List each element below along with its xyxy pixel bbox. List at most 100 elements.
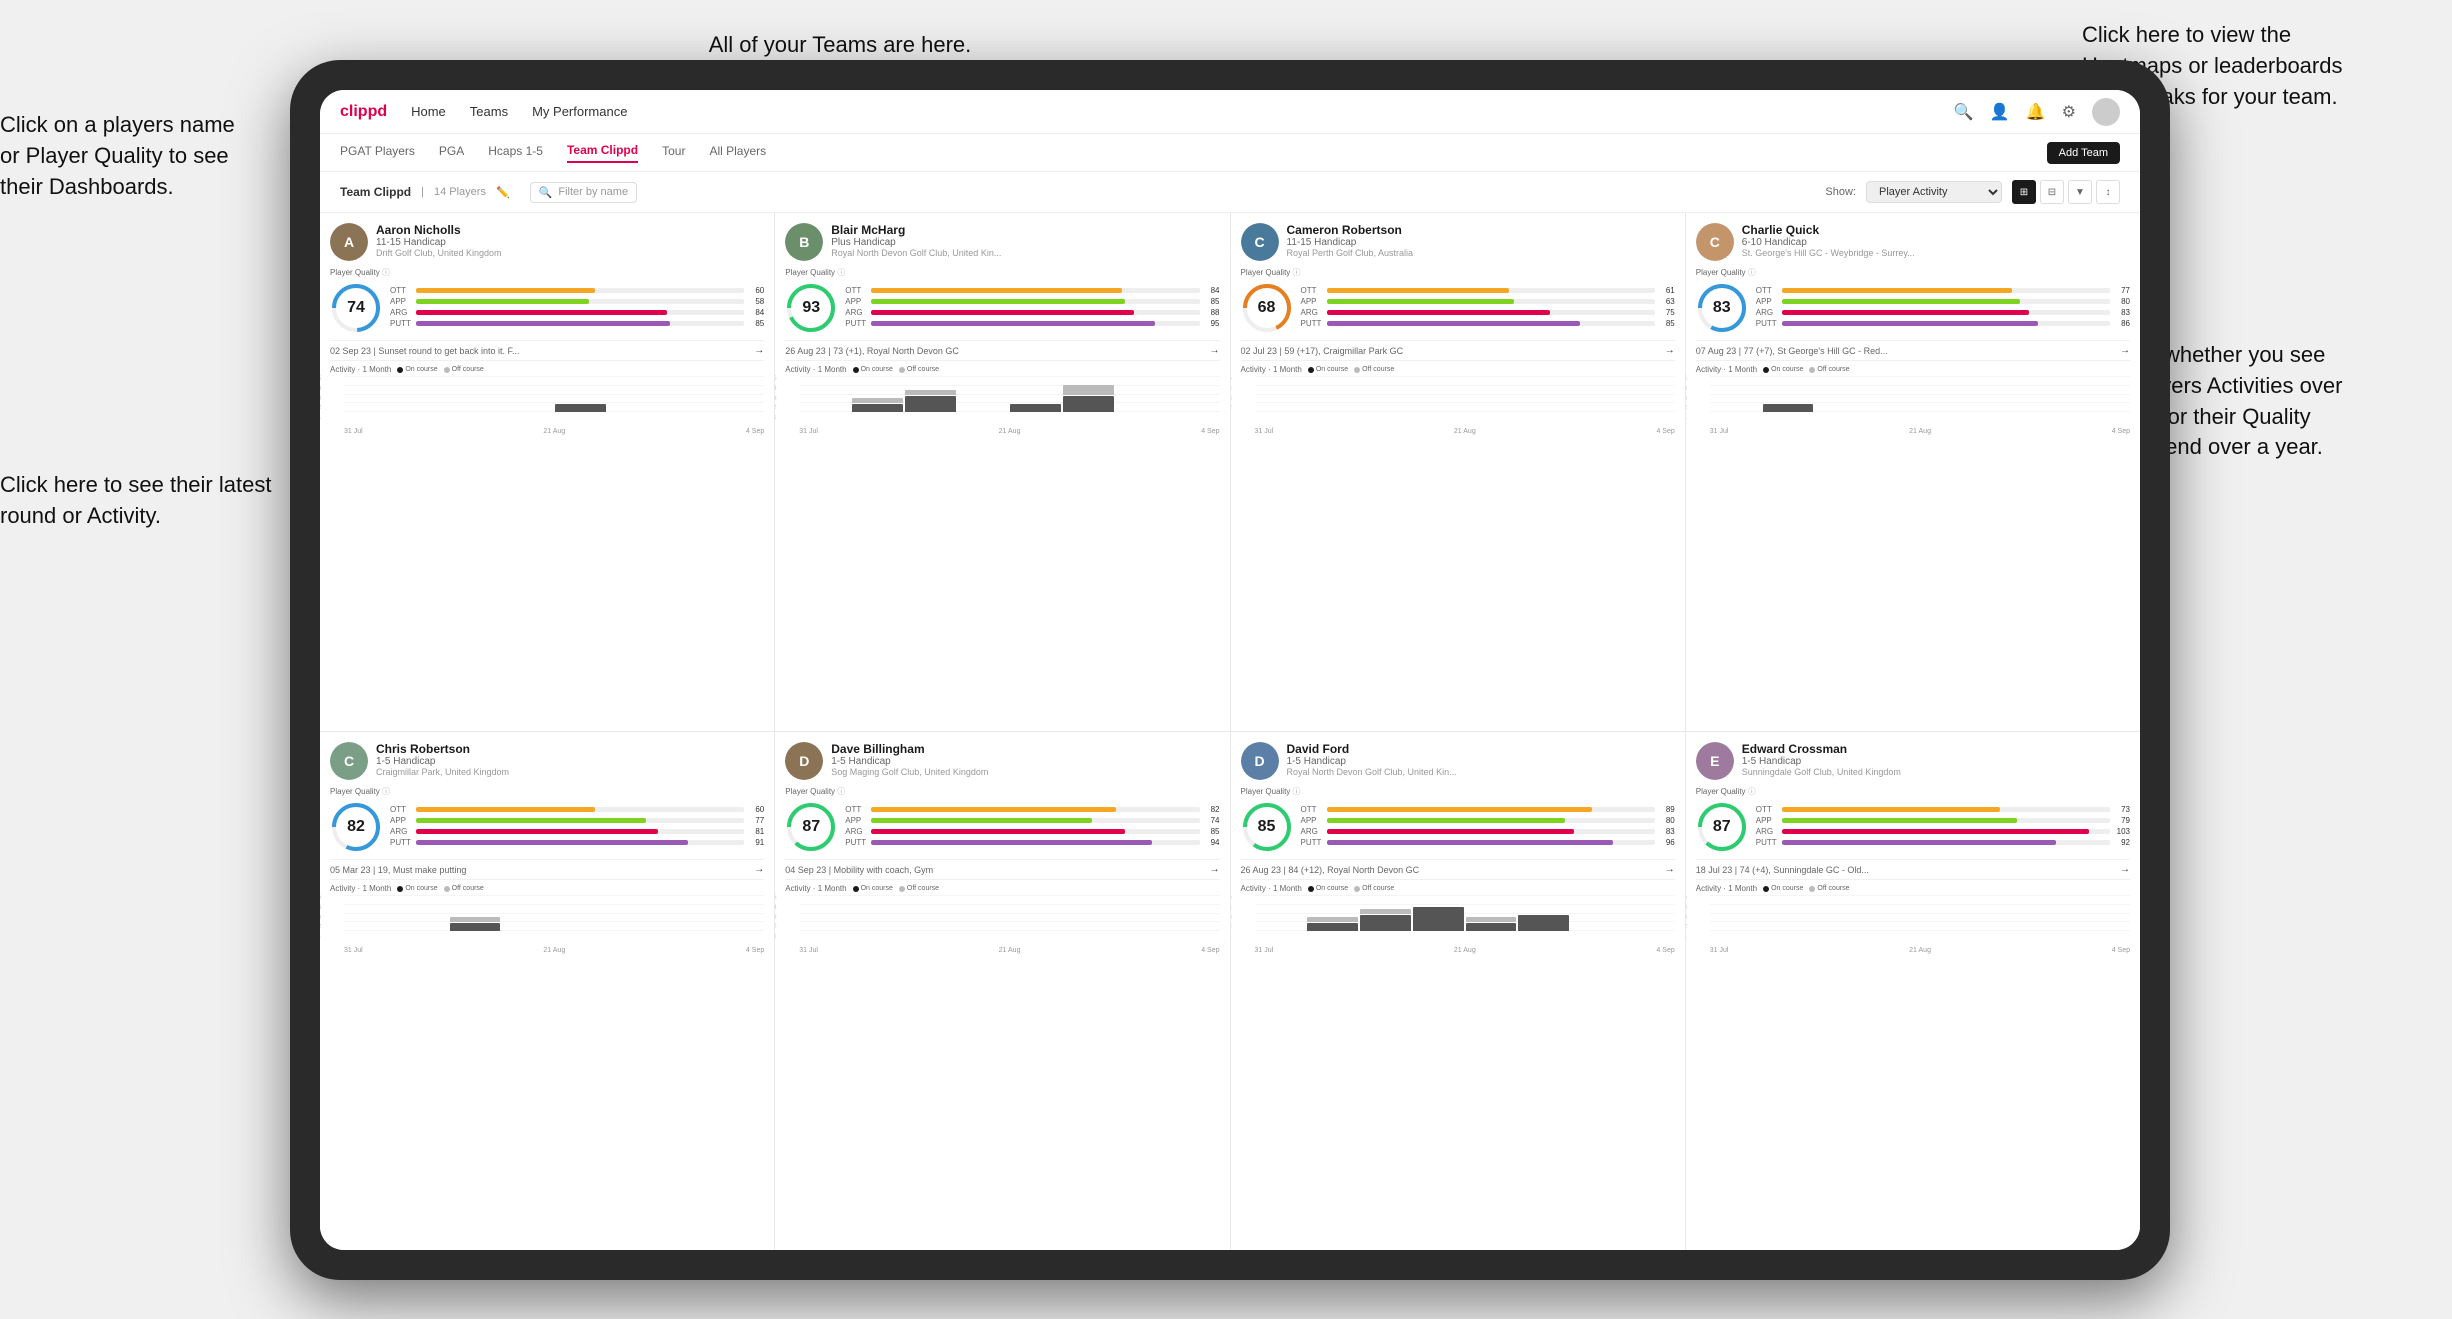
quality-section: 74 OTT 60 APP (330, 282, 764, 334)
activity-title: Activity · 1 Month (1696, 365, 1757, 374)
sort-icon[interactable]: ↕ (2096, 180, 2120, 204)
activity-header: Activity · 1 Month On course Off course (330, 365, 764, 374)
quality-number: 68 (1258, 299, 1276, 317)
player-card[interactable]: D David Ford 1-5 Handicap Royal North De… (1231, 732, 1685, 1250)
quality-number: 87 (802, 818, 820, 836)
quality-number: 85 (1258, 818, 1276, 836)
nav-performance[interactable]: My Performance (532, 104, 627, 119)
player-card[interactable]: B Blair McHarg Plus Handicap Royal North… (775, 213, 1229, 731)
activity-header: Activity · 1 Month On course Off course (1696, 365, 2130, 374)
player-handicap: 6-10 Handicap (1742, 237, 2130, 248)
activity-title: Activity · 1 Month (785, 365, 846, 374)
activity-legend: On course Off course (1308, 885, 1394, 892)
player-quality-label: Player Quality ⓘ (330, 267, 764, 278)
activity-section: Activity · 1 Month On course Off course … (330, 884, 764, 954)
player-avatar: C (1241, 223, 1279, 261)
player-quality-label: Player Quality ⓘ (1241, 267, 1675, 278)
activity-title: Activity · 1 Month (1241, 884, 1302, 893)
divider: | (421, 186, 424, 198)
user-icon[interactable]: 👤 (1990, 102, 2010, 122)
player-club: Craigmillar Park, United Kingdom (376, 767, 764, 777)
quality-circle[interactable]: 85 (1241, 801, 1293, 853)
player-name[interactable]: Charlie Quick (1742, 223, 2130, 237)
chart-labels: 31 Jul21 Aug4 Sep (344, 947, 764, 954)
quality-bars: OTT 60 APP 58 (390, 286, 764, 330)
player-card[interactable]: C Cameron Robertson 11-15 Handicap Royal… (1231, 213, 1685, 731)
avatar[interactable] (2092, 98, 2120, 126)
player-name[interactable]: Cameron Robertson (1287, 223, 1675, 237)
player-card[interactable]: E Edward Crossman 1-5 Handicap Sunningda… (1686, 732, 2140, 1250)
edit-icon[interactable]: ✏️ (496, 186, 510, 199)
tab-hcaps[interactable]: Hcaps 1-5 (488, 144, 543, 162)
grid-view-icon[interactable]: ⊞ (2012, 180, 2036, 204)
players-grid: A Aaron Nicholls 11-15 Handicap Drift Go… (320, 213, 2140, 1250)
settings-icon[interactable]: ⚙ (2062, 102, 2076, 122)
player-quality-label: Player Quality ⓘ (785, 786, 1219, 797)
activity-header: Activity · 1 Month On course Off course (1696, 884, 2130, 893)
tab-tour[interactable]: Tour (662, 144, 685, 162)
quality-circle[interactable]: 83 (1696, 282, 1748, 334)
quality-number: 82 (347, 818, 365, 836)
activity-title: Activity · 1 Month (1696, 884, 1757, 893)
team-filter[interactable]: 🔍 Filter by name (530, 182, 637, 203)
player-card[interactable]: D Dave Billingham 1-5 Handicap Sog Magin… (775, 732, 1229, 1250)
player-club: Royal North Devon Golf Club, United Kin.… (1287, 767, 1675, 777)
activity-legend: On course Off course (853, 885, 939, 892)
player-club: Royal Perth Golf Club, Australia (1287, 248, 1675, 258)
player-handicap: 1-5 Handicap (1742, 756, 2130, 767)
latest-round[interactable]: 04 Sep 23 | Mobility with coach, Gym → (785, 859, 1219, 880)
add-team-button[interactable]: Add Team (2047, 142, 2120, 164)
player-name[interactable]: David Ford (1287, 742, 1675, 756)
tab-all-players[interactable]: All Players (709, 144, 766, 162)
chart-labels: 31 Jul21 Aug4 Sep (344, 428, 764, 435)
mini-chart-wrapper: 54321 (785, 376, 1219, 435)
quality-bars: OTT 77 APP 80 (1756, 286, 2130, 330)
player-card[interactable]: C Charlie Quick 6-10 Handicap St. George… (1686, 213, 2140, 731)
latest-round[interactable]: 26 Aug 23 | 73 (+1), Royal North Devon G… (785, 340, 1219, 361)
quality-circle[interactable]: 68 (1241, 282, 1293, 334)
activity-header: Activity · 1 Month On course Off course (785, 884, 1219, 893)
tab-team-clippd[interactable]: Team Clippd (567, 143, 638, 163)
list-view-icon[interactable]: ⊟ (2040, 180, 2064, 204)
search-icon[interactable]: 🔍 (1954, 102, 1974, 122)
latest-round[interactable]: 18 Jul 23 | 74 (+4), Sunningdale GC - Ol… (1696, 859, 2130, 880)
activity-legend: On course Off course (1308, 366, 1394, 373)
player-club: Royal North Devon Golf Club, United Kin.… (831, 248, 1219, 258)
nav-teams[interactable]: Teams (470, 104, 508, 119)
player-name[interactable]: Chris Robertson (376, 742, 764, 756)
chart-labels: 31 Jul21 Aug4 Sep (1710, 947, 2130, 954)
latest-round[interactable]: 26 Aug 23 | 84 (+12), Royal North Devon … (1241, 859, 1675, 880)
tab-pgat[interactable]: PGAT Players (340, 144, 415, 162)
filter-placeholder: Filter by name (558, 186, 628, 198)
mini-chart (1255, 376, 1675, 426)
activity-section: Activity · 1 Month On course Off course … (1696, 884, 2130, 954)
show-select[interactable]: Player Activity Quality Score Trend (1866, 181, 2002, 203)
latest-round[interactable]: 07 Aug 23 | 77 (+7), St George's Hill GC… (1696, 340, 2130, 361)
latest-round[interactable]: 05 Mar 23 | 19, Must make putting → (330, 859, 764, 880)
view-icons: ⊞ ⊟ ▼ ↕ (2012, 180, 2120, 204)
team-header: Team Clippd | 14 Players ✏️ 🔍 Filter by … (320, 172, 2140, 213)
chart-labels: 31 Jul21 Aug4 Sep (799, 947, 1219, 954)
navbar: clippd Home Teams My Performance 🔍 👤 🔔 ⚙ (320, 90, 2140, 134)
quality-circle[interactable]: 87 (785, 801, 837, 853)
show-label: Show: (1825, 186, 1856, 198)
tab-pga[interactable]: PGA (439, 144, 464, 162)
player-card[interactable]: A Aaron Nicholls 11-15 Handicap Drift Go… (320, 213, 774, 731)
bell-icon[interactable]: 🔔 (2026, 102, 2046, 122)
player-name[interactable]: Blair McHarg (831, 223, 1219, 237)
latest-round[interactable]: 02 Sep 23 | Sunset round to get back int… (330, 340, 764, 361)
quality-circle[interactable]: 82 (330, 801, 382, 853)
player-name[interactable]: Edward Crossman (1742, 742, 2130, 756)
activity-section: Activity · 1 Month On course Off course … (1241, 884, 1675, 954)
quality-circle[interactable]: 87 (1696, 801, 1748, 853)
filter-view-icon[interactable]: ▼ (2068, 180, 2092, 204)
latest-round[interactable]: 02 Jul 23 | 59 (+17), Craigmillar Park G… (1241, 340, 1675, 361)
ipad-screen: clippd Home Teams My Performance 🔍 👤 🔔 ⚙… (320, 90, 2140, 1250)
team-right: Show: Player Activity Quality Score Tren… (1825, 180, 2120, 204)
player-name[interactable]: Aaron Nicholls (376, 223, 764, 237)
player-card[interactable]: C Chris Robertson 1-5 Handicap Craigmill… (320, 732, 774, 1250)
quality-circle[interactable]: 74 (330, 282, 382, 334)
quality-circle[interactable]: 93 (785, 282, 837, 334)
nav-home[interactable]: Home (411, 104, 446, 119)
player-name[interactable]: Dave Billingham (831, 742, 1219, 756)
